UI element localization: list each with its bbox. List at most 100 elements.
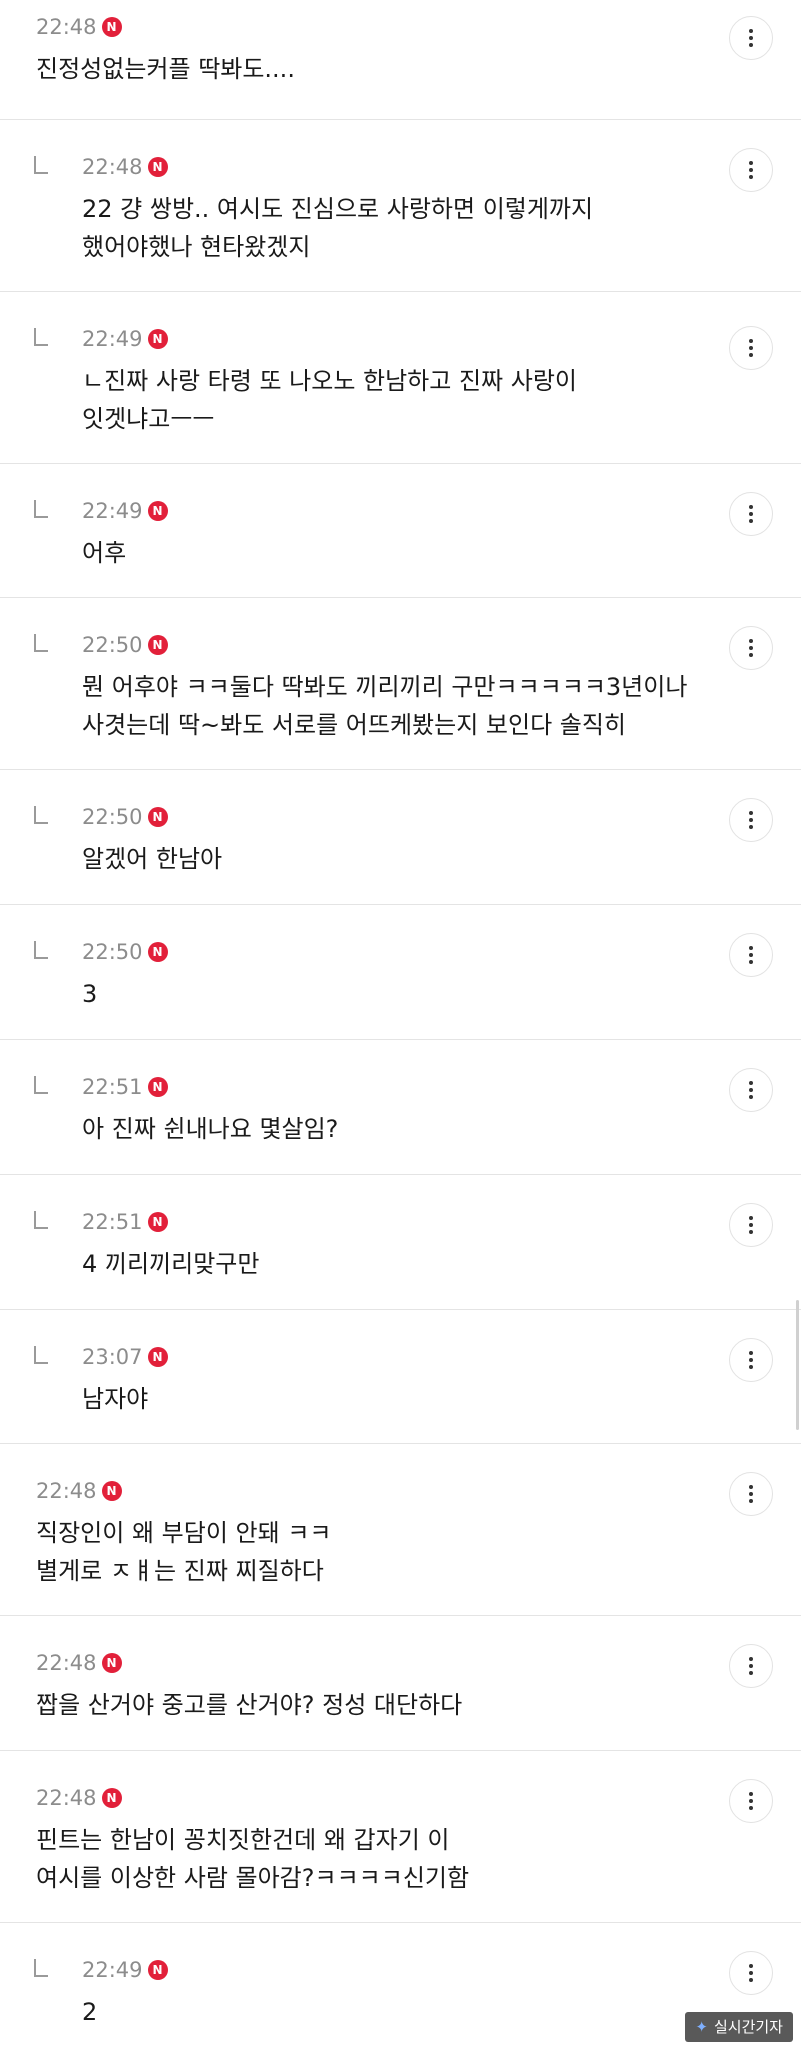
more-vertical-icon [749,1792,753,1810]
reply-arrow-icon [34,1211,48,1229]
comment-timestamp: 22:50 [82,805,143,829]
reply-arrow-icon [34,156,48,174]
comment-item: 22:48 N 짭을 산거야 중고를 산거야? 정성 대단하다 [0,1616,801,1751]
new-badge-icon: N [147,635,168,655]
reply-arrow-icon [34,941,48,959]
more-vertical-icon [749,505,753,523]
comment-meta: 22:51 N [82,1207,711,1237]
comment-meta: 22:48 N [36,12,711,42]
new-badge-icon: N [147,1212,168,1232]
comment-item: 22:48 N 핀트는 한남이 꽁치짓한건데 왜 갑자기 이 여시를 이상한 사람 … [0,1751,801,1923]
comment-timestamp: 22:48 [82,155,143,179]
comment-text: 핀트는 한남이 꽁치짓한건데 왜 갑자기 이 여시를 이상한 사람 몰아감?ㅋㅋ… [36,1826,470,1892]
new-badge-icon: N [147,329,168,349]
reply-arrow-icon [34,1959,48,1977]
more-options-button[interactable] [729,1779,773,1823]
comment-timestamp: 22:51 [82,1075,143,1099]
new-badge-icon: N [147,1077,168,1097]
reply-item: 22:50 N 알겠어 한남아 [0,770,801,905]
comment-timestamp: 22:49 [82,327,143,351]
comment-timestamp: 23:07 [82,1345,143,1369]
comment-text: 22 걍 쌍방.. 여시도 진심으로 사랑하면 이렇게까지 했어야했나 현타왔겠… [82,195,594,261]
comment-text: 진정성없는커플 딱봐도.... [36,55,295,83]
new-badge-icon: N [147,501,168,521]
more-vertical-icon [749,1485,753,1503]
more-options-button[interactable] [729,1951,773,1995]
comment-timestamp: 22:50 [82,633,143,657]
more-options-button[interactable] [729,1472,773,1516]
more-options-button[interactable] [729,1644,773,1688]
comment-meta: 22:51 N [82,1072,711,1102]
new-badge-icon: N [147,1960,168,1980]
more-vertical-icon [749,811,753,829]
comment-meta: 22:48 N [36,1648,711,1678]
scrollbar[interactable] [796,1300,799,1430]
more-vertical-icon [749,1351,753,1369]
comment-timestamp: 22:48 [36,1479,97,1503]
reply-item: 23:07 N 남자야 [0,1310,801,1444]
more-vertical-icon [749,161,753,179]
comment-timestamp: 22:48 [36,15,97,39]
reply-arrow-icon [34,328,48,346]
comment-meta: 22:50 N [82,937,711,967]
comment-text: 2 [82,1998,98,2026]
comment-text: 아 진짜 쉰내나요 몇살임? [82,1115,339,1143]
reply-item: 22:49 N 2 [0,1923,801,2048]
more-options-button[interactable] [729,326,773,370]
watermark-text: 실시간기자 [713,2018,783,2036]
more-vertical-icon [749,29,753,47]
reply-item: 22:50 N 뭔 어후야 ㅋㅋ둘다 딱봐도 끼리끼리 구만ㅋㅋㅋㅋㅋ3년이나 사겻… [0,598,801,770]
reply-item: 22:51 N 4 끼리끼리맞구만 [0,1175,801,1310]
watermark-logo-icon: ✦ [695,2018,708,2036]
comment-text: 직장인이 왜 부담이 안돼 ㅋㅋ 별게로 ㅈㅒ는 진짜 찌질하다 [36,1519,332,1585]
comment-meta: 22:49 N [82,496,711,526]
comment-timestamp: 22:48 [36,1651,97,1675]
reply-item: 22:51 N 아 진짜 쉰내나요 몇살임? [0,1040,801,1175]
more-vertical-icon [749,1964,753,1982]
comment-item: 22:48 N 직장인이 왜 부담이 안돼 ㅋㅋ 별게로 ㅈㅒ는 진짜 찌질하다 [0,1444,801,1616]
comment-meta: 22:49 N [82,1955,711,1985]
new-badge-icon: N [147,157,168,177]
comment-text: 알겠어 한남아 [82,845,223,873]
more-options-button[interactable] [729,1338,773,1382]
more-vertical-icon [749,1657,753,1675]
more-options-button[interactable] [729,626,773,670]
reply-arrow-icon [34,806,48,824]
reply-arrow-icon [34,634,48,652]
comment-text: 4 끼리끼리맞구만 [82,1250,260,1278]
new-badge-icon: N [147,942,168,962]
more-options-button[interactable] [729,16,773,60]
more-options-button[interactable] [729,1203,773,1247]
comment-text: 뭔 어후야 ㅋㅋ둘다 딱봐도 끼리끼리 구만ㅋㅋㅋㅋㅋ3년이나 사겻는데 딱~봐… [82,673,688,739]
more-options-button[interactable] [729,1068,773,1112]
more-vertical-icon [749,639,753,657]
reply-item: 22:48 N 22 걍 쌍방.. 여시도 진심으로 사랑하면 이렇게까지 했어야했… [0,120,801,292]
new-badge-icon: N [147,1347,168,1367]
comment-timestamp: 22:49 [82,1958,143,1982]
reply-arrow-icon [34,500,48,518]
more-options-button[interactable] [729,492,773,536]
comment-text: 어후 [82,539,127,567]
comment-meta: 22:48 N [82,152,711,182]
comment-item: 22:48 N 진정성없는커플 딱봐도.... [0,0,801,120]
new-badge-icon: N [101,17,122,37]
more-vertical-icon [749,339,753,357]
watermark: ✦ 실시간기자 [685,2012,793,2042]
more-options-button[interactable] [729,933,773,977]
more-options-button[interactable] [729,148,773,192]
new-badge-icon: N [147,807,168,827]
comment-meta: 22:50 N [82,630,711,660]
comment-timestamp: 22:51 [82,1210,143,1234]
comment-timestamp: 22:48 [36,1786,97,1810]
more-options-button[interactable] [729,798,773,842]
reply-item: 22:49 N ㄴ진짜 사랑 타령 또 나오노 한남하고 진짜 사랑이 잇겟냐고ㅡㅡ [0,292,801,464]
more-vertical-icon [749,946,753,964]
comment-timestamp: 22:49 [82,499,143,523]
comment-meta: 23:07 N [82,1342,711,1372]
more-vertical-icon [749,1081,753,1099]
new-badge-icon: N [101,1481,122,1501]
comment-timestamp: 22:50 [82,940,143,964]
reply-arrow-icon [34,1346,48,1364]
new-badge-icon: N [101,1653,122,1673]
comment-meta: 22:49 N [82,324,711,354]
